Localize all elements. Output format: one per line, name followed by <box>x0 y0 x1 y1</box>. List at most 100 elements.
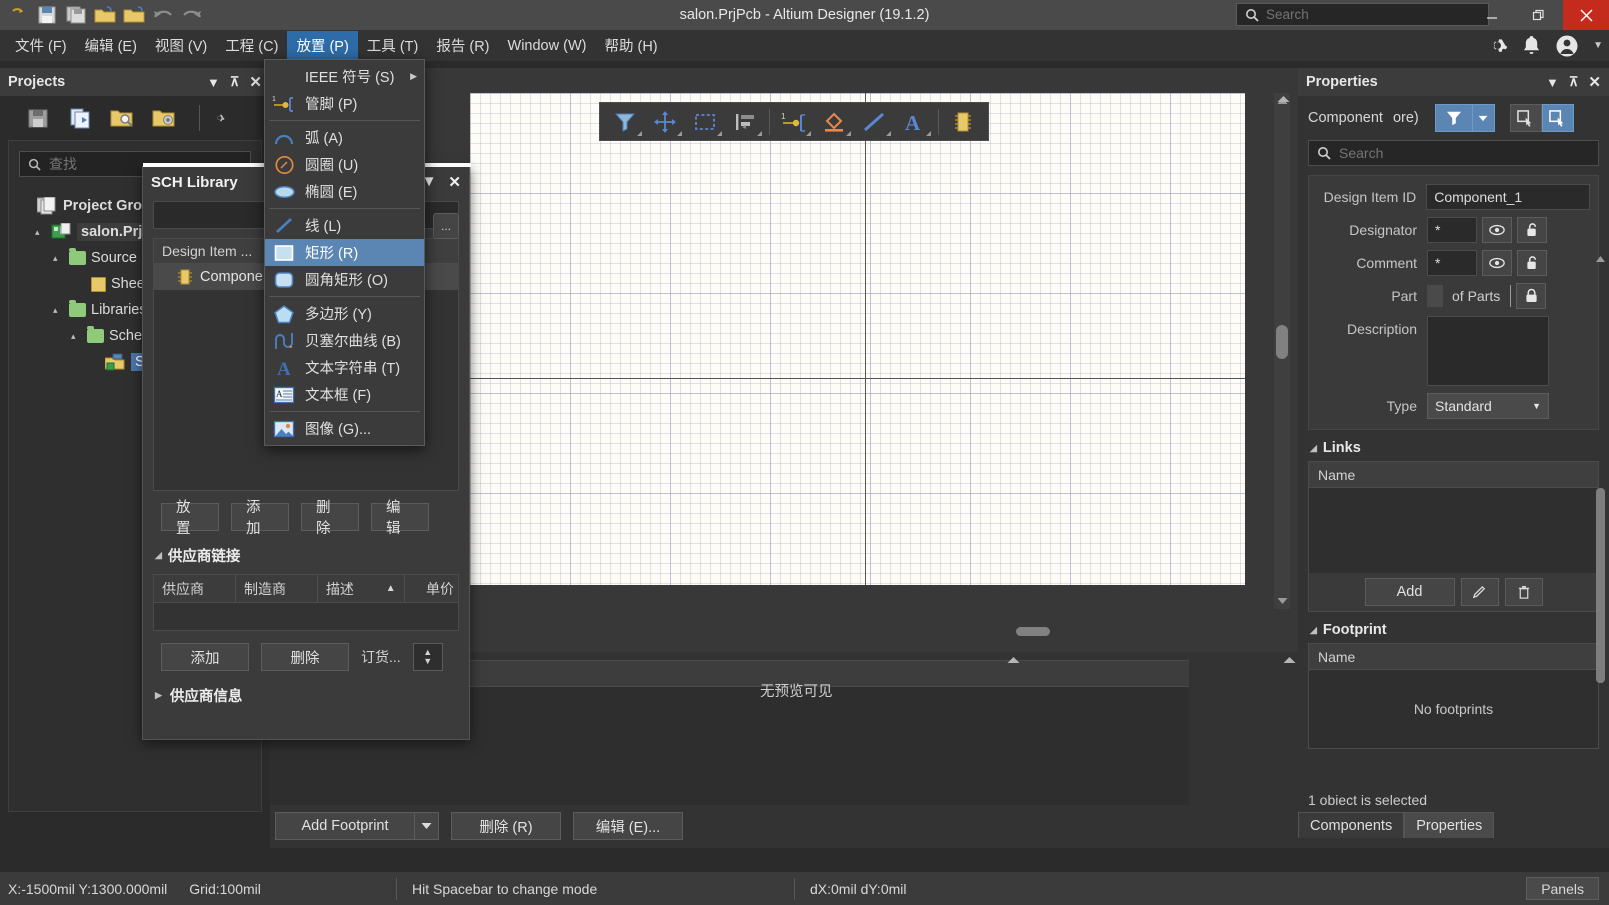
menu-place-image[interactable]: 图像 (G)... <box>265 415 424 442</box>
description-textarea[interactable] <box>1427 316 1549 386</box>
sort-ascending-icon[interactable]: ▲ <box>386 583 396 594</box>
footprint-column-name[interactable]: Name <box>1309 644 1598 670</box>
open-project-search-icon[interactable] <box>109 105 135 131</box>
close-icon[interactable]: ✕ <box>448 173 461 191</box>
add-footprint-dropdown-icon[interactable] <box>415 812 439 840</box>
menu-window[interactable]: Window (W) <box>499 34 596 58</box>
place-pin-icon[interactable]: 1 <box>775 105 813 138</box>
open-project-icon[interactable] <box>121 3 147 27</box>
links-list-empty[interactable] <box>1309 488 1598 573</box>
lock-icon[interactable] <box>1516 283 1547 309</box>
place-button[interactable]: 放置 <box>161 500 219 537</box>
scroll-down-arrow-icon[interactable] <box>1276 595 1288 607</box>
properties-scroll-thumb[interactable] <box>1596 488 1605 683</box>
footprint-listbox[interactable]: Name No footprints <box>1308 643 1599 749</box>
properties-collapse-chevron[interactable] <box>1281 653 1298 673</box>
expand-arrow-icon[interactable]: ▴ <box>35 227 46 238</box>
unlock-icon[interactable] <box>1517 250 1547 276</box>
menu-place-arc[interactable]: 弧 (A) <box>265 124 424 151</box>
filter-icon[interactable] <box>606 105 644 138</box>
close-icon[interactable]: ✕ <box>249 73 262 91</box>
supplier-order-label[interactable]: 订货... <box>361 647 401 667</box>
supplier-col-vendor[interactable]: 供应商 <box>154 574 236 603</box>
menu-file[interactable]: 文件 (F) <box>6 31 76 60</box>
supplier-delete-button[interactable]: 删除 <box>261 643 349 671</box>
supplier-col-description[interactable]: 描述 ▲ <box>318 574 405 603</box>
supplier-info-section-title[interactable]: ▶ 供应商信息 <box>155 685 469 706</box>
menu-help[interactable]: 帮助 (H) <box>595 31 666 60</box>
edit-footprint-button[interactable]: 编辑 (E)... <box>573 812 683 840</box>
select-area-icon[interactable] <box>686 105 724 138</box>
links-column-name[interactable]: Name <box>1309 462 1598 488</box>
canvas-collapse-chevron[interactable] <box>1275 92 1292 112</box>
links-listbox[interactable]: Name Add <box>1308 461 1599 612</box>
menu-place[interactable]: 放置 (P) <box>287 31 358 60</box>
user-account-icon[interactable] <box>1555 34 1579 58</box>
collapse-icon[interactable]: ▼ <box>207 75 220 90</box>
gear-icon[interactable] <box>1487 35 1508 56</box>
footprint-list-empty[interactable]: No footprints <box>1309 670 1598 748</box>
delete-trash-icon[interactable] <box>1504 578 1543 606</box>
menu-place-rectangle[interactable]: 矩形 (R) <box>265 239 424 266</box>
filter-dropdown-chevron-down-icon[interactable] <box>1472 104 1495 132</box>
tab-properties[interactable]: Properties <box>1404 812 1495 838</box>
open-folder-icon[interactable] <box>92 3 118 27</box>
panels-button[interactable]: Panels <box>1526 877 1599 900</box>
footprint-collapse-chevron[interactable] <box>1005 653 1022 673</box>
menu-view[interactable]: 视图 (V) <box>146 31 216 60</box>
collapse-icon[interactable]: ▼ <box>1546 75 1559 90</box>
properties-search[interactable] <box>1308 140 1599 166</box>
menu-place-ieee-symbols[interactable]: IEEE 符号 (S) ▶ <box>265 63 424 90</box>
sch-library-more-button[interactable]: ... <box>433 213 459 239</box>
minimize-button[interactable] <box>1469 0 1515 30</box>
edit-button[interactable]: 编辑 <box>371 500 429 537</box>
properties-search-input[interactable] <box>1339 145 1569 161</box>
undo-icon[interactable] <box>150 3 176 27</box>
menu-place-bezier[interactable]: 贝塞尔曲线 (B) <box>265 327 424 354</box>
place-component-icon[interactable] <box>944 105 982 138</box>
menu-place-text-string[interactable]: A 文本字符串 (T) <box>265 354 424 381</box>
design-item-id-input[interactable]: Component_1 <box>1426 184 1590 210</box>
close-button[interactable] <box>1563 0 1609 30</box>
menu-place-pin[interactable]: 1 管脚 (P) <box>265 90 424 117</box>
place-shape-icon[interactable] <box>815 105 853 138</box>
select-single-icon[interactable] <box>1541 104 1574 132</box>
expand-arrow-icon[interactable]: ▴ <box>53 253 64 264</box>
properties-scrollbar[interactable] <box>1596 256 1605 879</box>
canvas-hscroll-thumb[interactable] <box>1016 627 1050 636</box>
project-options-icon[interactable] <box>151 105 177 131</box>
comment-input[interactable]: * <box>1427 250 1477 276</box>
menu-place-line[interactable]: 线 (L) <box>265 212 424 239</box>
footprint-section-title[interactable]: ◢ Footprint <box>1310 622 1599 638</box>
supplier-add-button[interactable]: 添加 <box>161 643 249 671</box>
unlock-icon[interactable] <box>1517 217 1547 243</box>
supplier-col-unitprice[interactable]: 单价 <box>405 575 458 603</box>
global-search[interactable] <box>1236 3 1489 26</box>
save-icon[interactable] <box>34 3 60 27</box>
edit-pencil-icon[interactable] <box>1460 578 1499 606</box>
supplier-spinner-icon[interactable]: ▲ ▼ <box>412 643 443 671</box>
add-footprint-button[interactable]: Add Footprint <box>275 812 415 840</box>
menu-place-ellipse[interactable]: 椭圆 (E) <box>265 178 424 205</box>
type-select[interactable]: Standard ▼ <box>1427 393 1549 419</box>
history-icon[interactable] <box>5 3 31 27</box>
close-icon[interactable]: ✕ <box>1588 73 1601 91</box>
eye-icon[interactable] <box>1482 217 1512 243</box>
eye-icon[interactable] <box>1482 250 1512 276</box>
menu-tools[interactable]: 工具 (T) <box>358 31 428 60</box>
pin-icon[interactable]: ⊼ <box>1569 74 1579 90</box>
supplier-col-manufacturer[interactable]: 制造商 <box>236 574 318 603</box>
menu-place-text-frame[interactable]: A 文本框 (F) <box>265 381 424 408</box>
place-line-icon[interactable] <box>855 105 893 138</box>
save-all-icon[interactable] <box>63 3 89 27</box>
select-all-icon[interactable] <box>1509 104 1542 132</box>
move-icon[interactable] <box>646 105 684 138</box>
redo-icon[interactable] <box>179 3 205 27</box>
menu-place-polygon[interactable]: 多边形 (Y) <box>265 300 424 327</box>
menu-edit[interactable]: 编辑 (E) <box>76 31 146 60</box>
menu-project[interactable]: 工程 (C) <box>216 31 287 60</box>
global-search-input[interactable] <box>1266 7 1466 22</box>
menu-place-circle[interactable]: 圆圈 (U) <box>265 151 424 178</box>
menu-place-rounded-rectangle[interactable]: 圆角矩形 (O) <box>265 266 424 293</box>
add-link-button[interactable]: Add <box>1364 578 1455 606</box>
